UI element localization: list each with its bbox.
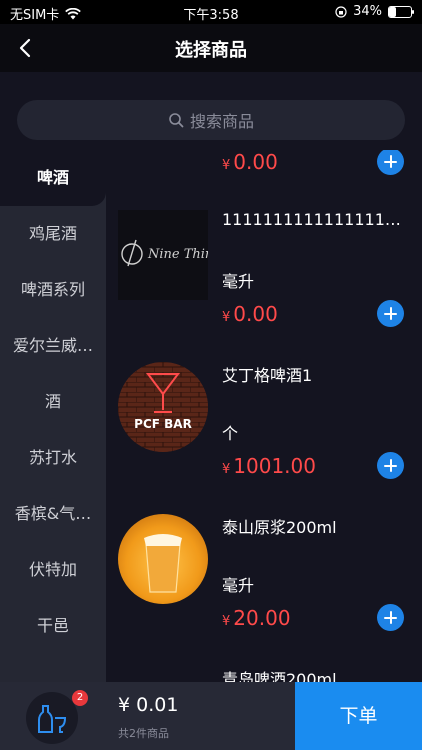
category-item-beer[interactable]: 啤酒 (0, 150, 106, 206)
product-price: ¥20.00 (222, 606, 291, 630)
category-item-irish-whisky[interactable]: 爱尔兰威… (0, 318, 106, 374)
battery-percent: 34% (353, 4, 382, 19)
add-to-cart-button[interactable] (377, 604, 404, 631)
product-image (118, 514, 208, 604)
product-name: 泰山原浆200ml (222, 518, 337, 537)
product-name: 青岛啤酒200ml (222, 670, 337, 682)
category-item-soda[interactable]: 苏打水 (0, 430, 106, 486)
product-image: Nine Thirty (118, 210, 208, 300)
battery-fill (389, 6, 397, 17)
product-price: ¥0.00 (222, 150, 278, 174)
category-sidebar: 啤酒 鸡尾酒 啤酒系列 爱尔兰威… 酒 苏打水 香槟&气… 伏特加 干邑 (0, 150, 106, 682)
search-input[interactable]: 搜索商品 (17, 100, 405, 140)
product-list: ¥0.00 Nine Thirty 111111111111111111... … (106, 150, 422, 682)
cart-button[interactable] (26, 692, 78, 744)
currency-symbol: ¥ (222, 310, 231, 325)
orientation-lock-icon (335, 5, 347, 18)
price-value: 0.00 (233, 150, 278, 174)
pcf-bar-logo: PCF BAR (118, 362, 208, 452)
cart-total: ¥ 0.01 (118, 694, 179, 716)
category-item-beer-series[interactable]: 啤酒系列 (0, 262, 106, 318)
add-to-cart-button[interactable] (377, 300, 404, 327)
currency-symbol: ¥ (222, 462, 231, 477)
currency-symbol: ¥ (222, 614, 231, 629)
status-bar: 无SIM卡 下午3:58 34% (0, 0, 422, 24)
product-unit: 毫升 (222, 272, 255, 291)
price-value: 1001.00 (233, 454, 316, 478)
price-value: 20.00 (233, 606, 291, 630)
product-name: 艾丁格啤酒1 (222, 366, 313, 385)
nav-bar: 选择商品 (0, 24, 422, 72)
battery-icon (388, 5, 414, 18)
beer-glass-image (144, 534, 182, 593)
category-item-champagne[interactable]: 香槟&气… (0, 486, 106, 542)
category-item-wine[interactable]: 酒 (0, 374, 106, 430)
category-item-vodka[interactable]: 伏特加 (0, 542, 106, 598)
nine-thirty-logo: Nine Thirty (121, 239, 208, 267)
place-order-button[interactable]: 下单 (295, 682, 422, 750)
search-icon (169, 113, 184, 128)
price-value: 0.00 (233, 302, 278, 326)
cart-count-badge: 2 (72, 690, 88, 706)
add-to-cart-button[interactable] (377, 452, 404, 479)
logo-text: Nine Thirty (147, 247, 208, 262)
search-area: 搜索商品 (0, 72, 422, 162)
status-right: 34% (335, 4, 414, 19)
product-price: ¥1001.00 (222, 454, 316, 478)
cart-bar: 2 ¥ 0.01 共2件商品 下单 (0, 682, 422, 750)
search-placeholder: 搜索商品 (189, 112, 254, 131)
product-price: ¥0.00 (222, 302, 278, 326)
product-image: PCF BAR (118, 362, 208, 452)
product-unit: 毫升 (222, 576, 255, 595)
page-title: 选择商品 (175, 40, 247, 61)
wine-bottle-icon (38, 705, 67, 733)
category-item-cognac[interactable]: 干邑 (0, 598, 106, 654)
product-unit: 个 (222, 424, 239, 443)
add-to-cart-button[interactable] (377, 150, 404, 175)
category-item-cocktail[interactable]: 鸡尾酒 (0, 206, 106, 262)
currency-symbol: ¥ (222, 158, 231, 173)
cart-item-count: 共2件商品 (118, 727, 169, 740)
product-name: 111111111111111111... (222, 210, 402, 229)
logo-text: PCF BAR (134, 417, 192, 431)
